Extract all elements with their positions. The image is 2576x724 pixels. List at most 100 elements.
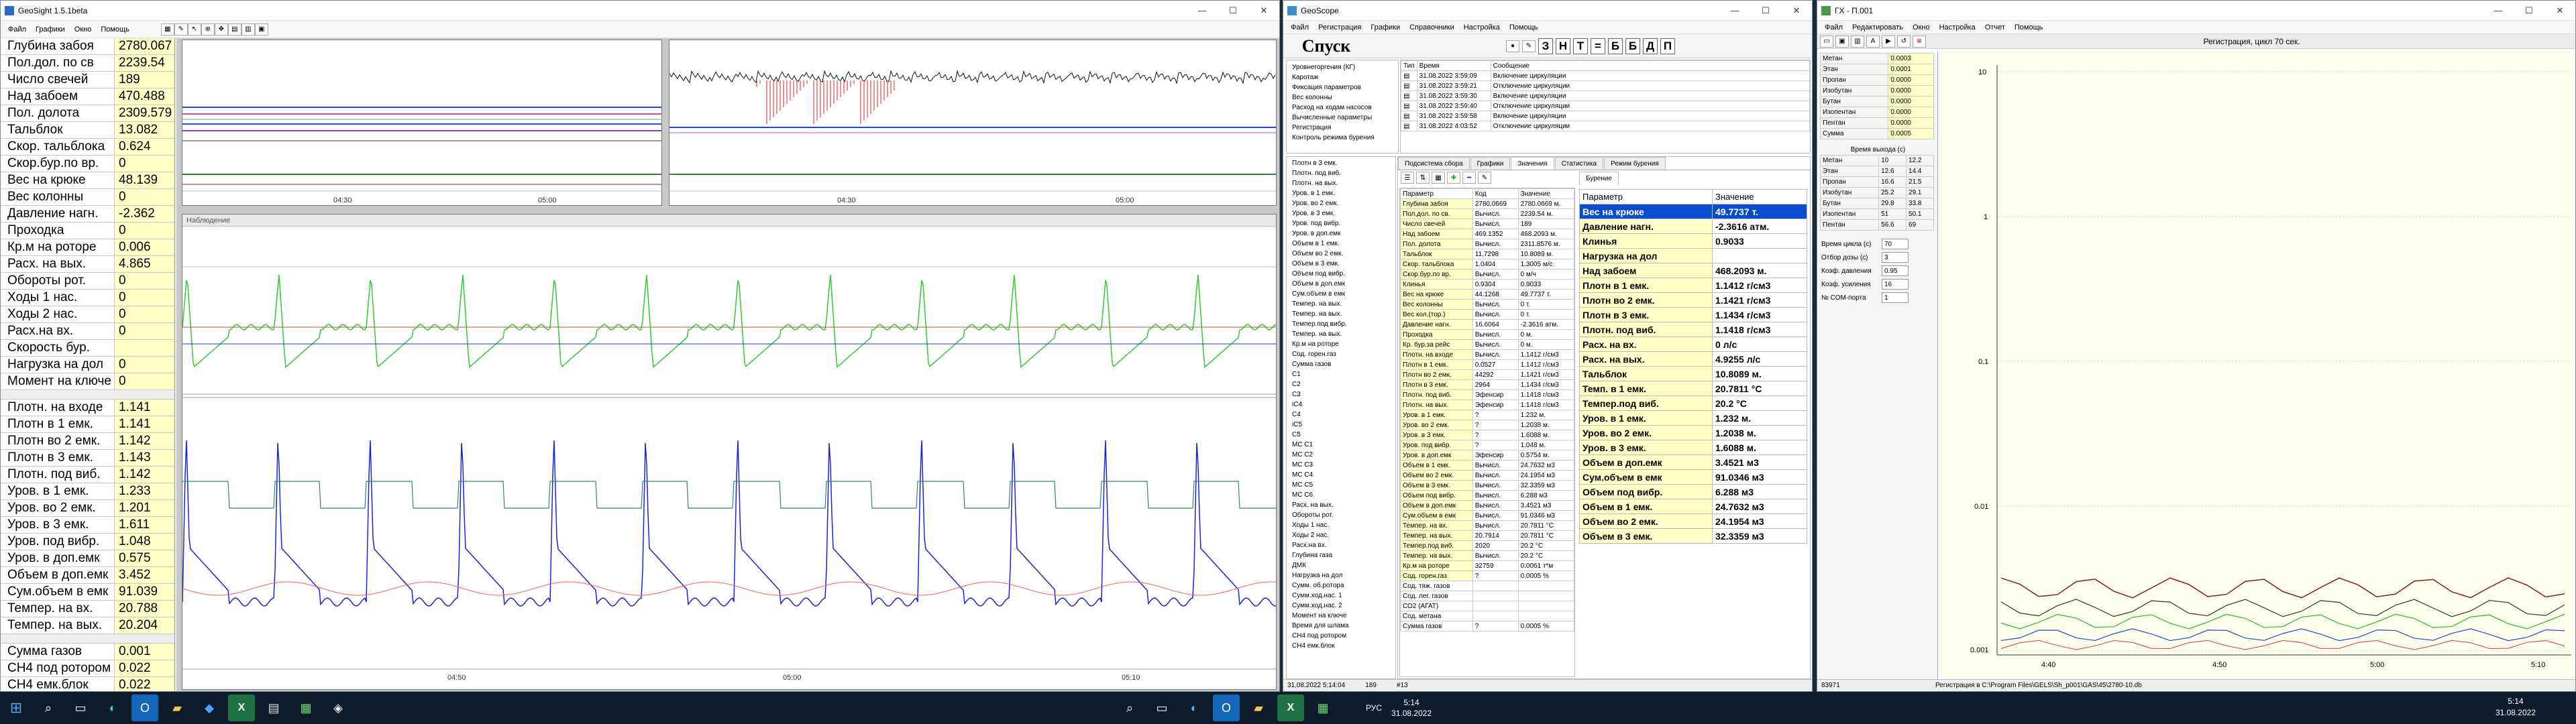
tree-item[interactable]: Объем во 2 емк. — [1287, 249, 1395, 259]
remove-icon[interactable]: ━ — [1462, 172, 1476, 184]
elution-cell[interactable]: 14.4 — [1906, 166, 1934, 177]
tab[interactable]: Графики — [1470, 157, 1511, 170]
setting-input[interactable]: 70 — [1882, 239, 1909, 249]
function-item[interactable]: Регистрация — [1287, 123, 1398, 133]
tree-item[interactable]: Темпер.под вибр. — [1287, 319, 1395, 329]
elution-cell[interactable]: 10 — [1878, 155, 1907, 166]
tree-item[interactable]: C3 — [1287, 389, 1395, 400]
search-icon[interactable]: ⌕ — [1116, 695, 1143, 721]
table-row[interactable]: Сум.объем в емк Вычисл. 91.0346 м3 — [1400, 510, 1574, 521]
toolbar-icon[interactable]: ● — [1506, 40, 1519, 52]
excel-icon[interactable]: X — [228, 695, 255, 721]
menu-registration[interactable]: Регистрация — [1313, 23, 1366, 32]
outlook-icon[interactable]: O — [131, 695, 158, 721]
table-row[interactable]: Объем в доп.емк Вычисл. 3.4521 м3 — [1400, 500, 1574, 511]
setting-input[interactable]: 3 — [1882, 252, 1909, 263]
tree-item[interactable]: C4 — [1287, 410, 1395, 420]
tree-item[interactable]: Уров. в 3 емк. — [1287, 208, 1395, 219]
zoom-icon[interactable]: ⊕ — [201, 23, 215, 36]
tree-item[interactable]: Сод. горен.газ — [1287, 349, 1395, 359]
tree-item[interactable]: Объем под вибр. — [1287, 269, 1395, 279]
table-row[interactable]: Уров. под вибр.? 1.048 м. — [1400, 440, 1574, 450]
function-item[interactable]: Каротаж — [1287, 72, 1398, 82]
menu-file[interactable]: Файл — [1286, 23, 1313, 32]
tree-item[interactable]: МС C3 — [1287, 460, 1395, 470]
cursor-icon[interactable]: ↖ — [187, 23, 201, 36]
menu-settings[interactable]: Настройка — [1459, 23, 1505, 32]
tree-item[interactable]: Уров. в 1 емк. — [1287, 188, 1395, 198]
menu-charts[interactable]: Графики — [1366, 23, 1405, 32]
menu-references[interactable]: Справочники — [1405, 23, 1459, 32]
value-row[interactable]: Объем во 2 емк. 24.1954 м3 — [1579, 514, 1807, 529]
tree-item[interactable]: Сумм. об.ротора — [1287, 581, 1395, 591]
table-row[interactable]: Сод. горен.газ? 0.0005 % — [1400, 570, 1574, 581]
tree-item[interactable]: Плотн. под виб. — [1287, 168, 1395, 178]
app-icon[interactable]: ▦ — [1309, 695, 1336, 721]
value-row[interactable]: Плотн в 3 емк. 1.1434 г/см3 — [1579, 307, 1807, 322]
elution-cell[interactable]: 25.2 — [1878, 187, 1907, 198]
tree-item[interactable]: Темпер. на вых. — [1287, 329, 1395, 339]
tree-item[interactable]: МС C2 — [1287, 450, 1395, 460]
value-row[interactable]: Темп. в 1 емк. 20.7811 °C — [1579, 381, 1807, 396]
menu-help[interactable]: Помощь — [2010, 23, 2048, 32]
elution-cell[interactable]: 56.6 — [1878, 219, 1907, 231]
log-row[interactable]: ▤ 31.08.2022 3:59:21 Отключение циркуляции — [1401, 80, 1811, 91]
table-row[interactable]: Проходка Вычисл. 0 м. — [1400, 329, 1574, 340]
menu-window[interactable]: Окно — [1908, 23, 1935, 32]
log-row[interactable]: ▤ 31.08.2022 3:59:30 Включение циркуляции — [1401, 90, 1811, 101]
elution-cell[interactable]: 12.2 — [1906, 155, 1934, 166]
tree-item[interactable]: Нагрузка на дол — [1287, 570, 1395, 581]
tree-item[interactable]: МС C4 — [1287, 470, 1395, 480]
close-button[interactable]: ✕ — [2544, 1, 2575, 21]
tree-item[interactable]: МС C5 — [1287, 480, 1395, 490]
grid-icon[interactable]: ▦ — [1432, 172, 1445, 184]
table-row[interactable]: Уров. в 1 емк.? 1.232 м. — [1400, 410, 1574, 420]
table-row[interactable]: Объем под вибр. Вычисл. 6.288 м3 — [1400, 490, 1574, 501]
table-row[interactable]: Плотн. под виб. Эфенсир 1.1418 г/см3 — [1400, 389, 1574, 400]
mode-button[interactable]: Д — [1643, 38, 1658, 54]
table-row[interactable]: Объем в 3 емк. Вычисл. 32.3359 м3 — [1400, 480, 1574, 491]
tab[interactable]: Значения — [1511, 157, 1554, 170]
table-row[interactable]: Вес на крюке 44.1268 49.7737 т. — [1400, 289, 1574, 300]
maximize-button[interactable]: ☐ — [1218, 1, 1248, 21]
minimize-button[interactable]: — — [2483, 1, 2514, 21]
table-row[interactable]: Темпер. на вых. Вычисл. 20.2 °C — [1400, 550, 1574, 561]
tree-item[interactable]: Кр.м на роторе — [1287, 339, 1395, 349]
log-row[interactable]: ▤ 31.08.2022 4:03:52 Отключение циркуляции — [1401, 121, 1811, 131]
function-item[interactable]: Расход на ходам насосов — [1287, 103, 1398, 113]
tree-item[interactable]: Плотн. на вых. — [1287, 178, 1395, 188]
log-row[interactable]: ▤ 31.08.2022 3:59:58 Включение циркуляции — [1401, 111, 1811, 121]
menu-charts[interactable]: Графики — [31, 25, 70, 34]
value-row[interactable]: Плотн во 2 емк. 1.1421 г/см3 — [1579, 292, 1807, 308]
elution-cell[interactable]: 16.6 — [1878, 176, 1907, 188]
edit-icon[interactable]: ✎ — [1478, 172, 1491, 184]
app-icon[interactable]: ▤ — [260, 695, 287, 721]
tree-item[interactable]: Расх. на вых. — [1287, 500, 1395, 510]
toolbar-icon[interactable]: ✎ — [1522, 40, 1536, 52]
table-row[interactable]: Темпер. на вых. 20.7914 20.7811 °C — [1400, 530, 1574, 541]
setting-input[interactable]: 1 — [1882, 292, 1909, 303]
table-row[interactable]: Объем в 1 емк. Вычисл. 24.7632 м3 — [1400, 460, 1574, 471]
add-icon[interactable]: ✚ — [1447, 172, 1460, 184]
mode-button[interactable]: З — [1538, 38, 1553, 54]
task-view-icon[interactable]: ▭ — [67, 695, 94, 721]
value-row[interactable]: Плотн. под виб. 1.1418 г/см3 — [1579, 322, 1807, 337]
value-row[interactable]: Нагрузка на дол — [1579, 248, 1807, 263]
value-row[interactable]: Расх. на вых. 4.9255 л/с — [1579, 351, 1807, 367]
explorer-icon[interactable]: ▰ — [164, 695, 191, 721]
value-row[interactable]: Объем в доп.емк 3.4521 м3 — [1579, 455, 1807, 470]
value-row[interactable]: Объем в 3 емк. 32.3359 м3 — [1579, 528, 1807, 544]
mode-button[interactable]: Б — [1608, 38, 1623, 54]
elution-cell[interactable]: 33.8 — [1906, 198, 1934, 209]
tree-item[interactable]: Объем в 1 емк. — [1287, 239, 1395, 249]
play-icon[interactable]: ▶ — [1882, 35, 1895, 48]
table-row[interactable]: Сод. тяж. газов — [1400, 581, 1574, 591]
table-row[interactable]: Уров. в 3 емк.? 1.6088 м. — [1400, 430, 1574, 440]
menu-file[interactable]: Файл — [1820, 23, 1847, 32]
table-row[interactable]: Кр.м на роторе 32759 0.0061 т*м — [1400, 560, 1574, 571]
tree-item[interactable]: C2 — [1287, 379, 1395, 389]
elution-cell[interactable]: 29.8 — [1878, 198, 1907, 209]
table-row[interactable]: Объем во 2 емк. Вычисл. 24.1954 м3 — [1400, 470, 1574, 481]
table-row[interactable]: Уров. во 2 емк.? 1.2038 м. — [1400, 420, 1574, 430]
maximize-button[interactable]: ☐ — [2514, 1, 2544, 21]
